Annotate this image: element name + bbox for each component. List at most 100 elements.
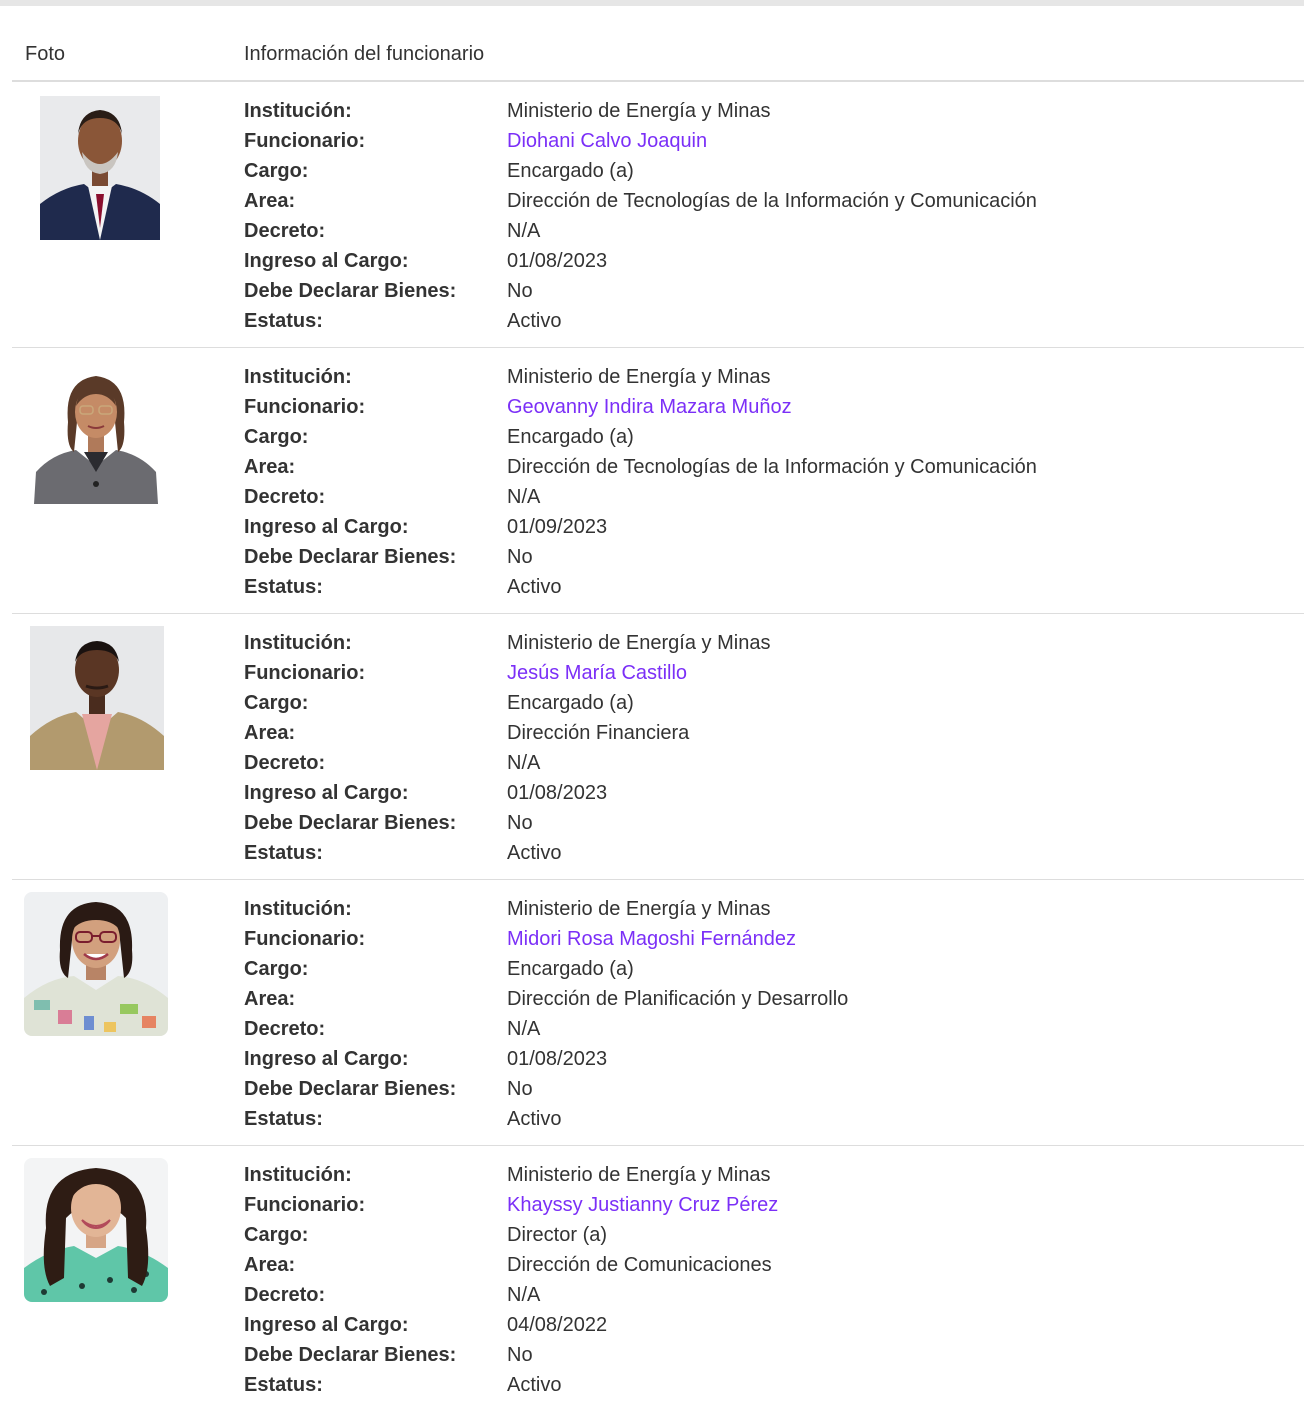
field-declarar: Debe Declarar Bienes: No [244, 542, 1037, 572]
table-row: Institución: Ministerio de Energía y Min… [12, 82, 1304, 348]
field-institucion: Institución: Ministerio de Energía y Min… [244, 362, 1037, 392]
label-funcionario: Funcionario: [244, 662, 366, 684]
value-institucion: Ministerio de Energía y Minas [507, 366, 771, 388]
table-row: Institución: Ministerio de Energía y Min… [12, 614, 1304, 880]
value-decreto: N/A [507, 1018, 541, 1040]
label-cargo: Cargo: [244, 958, 309, 980]
field-ingreso: Ingreso al Cargo: 01/08/2023 [244, 1044, 848, 1074]
field-cargo: Cargo: Encargado (a) [244, 156, 1037, 186]
field-declarar: Debe Declarar Bienes: No [244, 1074, 848, 1104]
label-ingreso: Ingreso al Cargo: [244, 1048, 409, 1070]
label-area: Area: [244, 722, 296, 744]
table-row: Institución: Ministerio de Energía y Min… [12, 880, 1304, 1146]
value-institucion: Ministerio de Energía y Minas [507, 100, 771, 122]
official-name-link[interactable]: Jesús María Castillo [507, 658, 687, 688]
field-funcionario: Funcionario: Jesús María Castillo [244, 658, 770, 688]
label-ingreso: Ingreso al Cargo: [244, 250, 409, 272]
label-decreto: Decreto: [244, 220, 326, 242]
label-cargo: Cargo: [244, 692, 309, 714]
label-institucion: Institución: [244, 898, 352, 920]
field-decreto: Decreto: N/A [244, 216, 1037, 246]
label-estatus: Estatus: [244, 576, 323, 598]
label-estatus: Estatus: [244, 1374, 323, 1396]
value-estatus: Activo [507, 1374, 562, 1396]
field-area: Area: Dirección de Planificación y Desar… [244, 984, 848, 1014]
value-estatus: Activo [507, 1108, 562, 1130]
label-funcionario: Funcionario: [244, 396, 366, 418]
official-photo [34, 362, 158, 504]
value-institucion: Ministerio de Energía y Minas [507, 898, 771, 920]
table-row: Institución: Ministerio de Energía y Min… [12, 348, 1304, 614]
official-info: Institución: Ministerio de Energía y Min… [244, 894, 848, 1134]
value-cargo: Encargado (a) [507, 160, 634, 182]
field-declarar: Debe Declarar Bienes: No [244, 1340, 778, 1370]
field-area: Area: Dirección de Tecnologías de la Inf… [244, 186, 1037, 216]
officials-table: Foto Información del funcionario Institu… [12, 6, 1304, 1412]
field-decreto: Decreto: N/A [244, 482, 1037, 512]
field-funcionario: Funcionario: Khayssy Justianny Cruz Pére… [244, 1190, 778, 1220]
value-decreto: N/A [507, 220, 541, 242]
label-estatus: Estatus: [244, 842, 323, 864]
field-funcionario: Funcionario: Diohani Calvo Joaquin [244, 126, 1037, 156]
field-decreto: Decreto: N/A [244, 748, 770, 778]
header-photo: Foto [25, 43, 66, 65]
label-decreto: Decreto: [244, 1284, 326, 1306]
label-declarar: Debe Declarar Bienes: [244, 812, 457, 834]
label-cargo: Cargo: [244, 160, 309, 182]
value-declarar: No [507, 546, 533, 568]
table-row: Institución: Ministerio de Energía y Min… [12, 1146, 1304, 1412]
field-area: Area: Dirección de Tecnologías de la Inf… [244, 452, 1037, 482]
field-ingreso: Ingreso al Cargo: 01/09/2023 [244, 512, 1037, 542]
value-institucion: Ministerio de Energía y Minas [507, 1164, 771, 1186]
value-ingreso: 04/08/2022 [507, 1314, 608, 1336]
official-name-link[interactable]: Geovanny Indira Mazara Muñoz [507, 392, 792, 422]
official-name-link[interactable]: Midori Rosa Magoshi Fernández [507, 924, 796, 954]
value-cargo: Encargado (a) [507, 692, 634, 714]
field-estatus: Estatus: Activo [244, 1370, 778, 1400]
value-declarar: No [507, 1078, 533, 1100]
field-ingreso: Ingreso al Cargo: 01/08/2023 [244, 246, 1037, 276]
field-estatus: Estatus: Activo [244, 1104, 848, 1134]
value-declarar: No [507, 812, 533, 834]
value-estatus: Activo [507, 576, 562, 598]
label-declarar: Debe Declarar Bienes: [244, 280, 457, 302]
value-area: Dirección de Comunicaciones [507, 1254, 772, 1276]
value-ingreso: 01/09/2023 [507, 516, 608, 538]
field-estatus: Estatus: Activo [244, 306, 1037, 336]
label-funcionario: Funcionario: [244, 130, 366, 152]
value-cargo: Director (a) [507, 1224, 608, 1246]
label-ingreso: Ingreso al Cargo: [244, 1314, 409, 1336]
label-funcionario: Funcionario: [244, 1194, 366, 1216]
field-decreto: Decreto: N/A [244, 1280, 778, 1310]
value-decreto: N/A [507, 752, 541, 774]
field-institucion: Institución: Ministerio de Energía y Min… [244, 96, 1037, 126]
field-ingreso: Ingreso al Cargo: 01/08/2023 [244, 778, 770, 808]
label-decreto: Decreto: [244, 1018, 326, 1040]
official-photo [30, 626, 164, 770]
label-declarar: Debe Declarar Bienes: [244, 546, 457, 568]
label-funcionario: Funcionario: [244, 928, 366, 950]
field-estatus: Estatus: Activo [244, 838, 770, 868]
label-institucion: Institución: [244, 632, 352, 654]
official-info: Institución: Ministerio de Energía y Min… [244, 96, 1037, 336]
official-name-link[interactable]: Khayssy Justianny Cruz Pérez [507, 1190, 778, 1220]
value-declarar: No [507, 1344, 533, 1366]
official-name-link[interactable]: Diohani Calvo Joaquin [507, 126, 707, 156]
label-estatus: Estatus: [244, 1108, 323, 1130]
value-area: Dirección de Planificación y Desarrollo [507, 988, 849, 1010]
official-info: Institución: Ministerio de Energía y Min… [244, 362, 1037, 602]
value-institucion: Ministerio de Energía y Minas [507, 632, 771, 654]
field-declarar: Debe Declarar Bienes: No [244, 808, 770, 838]
label-cargo: Cargo: [244, 1224, 309, 1246]
header-info: Información del funcionario [244, 43, 485, 65]
official-photo [40, 96, 160, 240]
label-decreto: Decreto: [244, 486, 326, 508]
field-institucion: Institución: Ministerio de Energía y Min… [244, 1160, 778, 1190]
field-estatus: Estatus: Activo [244, 572, 1037, 602]
value-ingreso: 01/08/2023 [507, 782, 608, 804]
table-header: Foto Información del funcionario [12, 6, 1304, 82]
label-area: Area: [244, 1254, 296, 1276]
official-photo [24, 892, 168, 1036]
field-cargo: Cargo: Encargado (a) [244, 954, 848, 984]
label-area: Area: [244, 456, 296, 478]
